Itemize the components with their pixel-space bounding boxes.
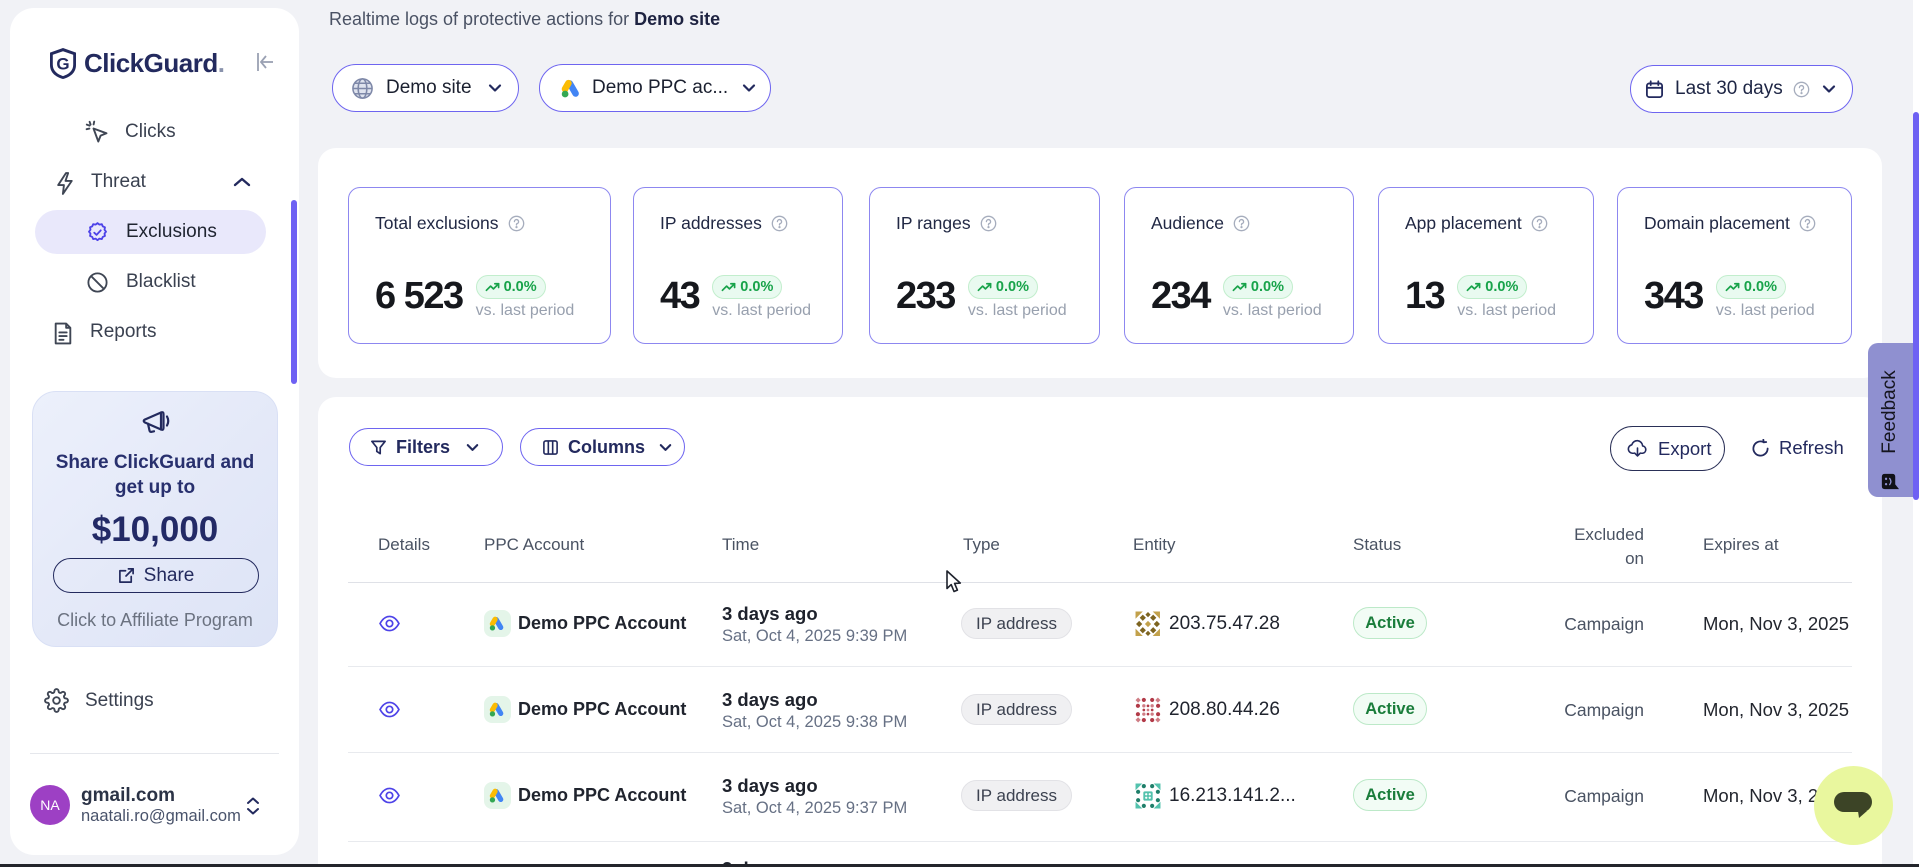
svg-text:G: G bbox=[56, 54, 69, 73]
